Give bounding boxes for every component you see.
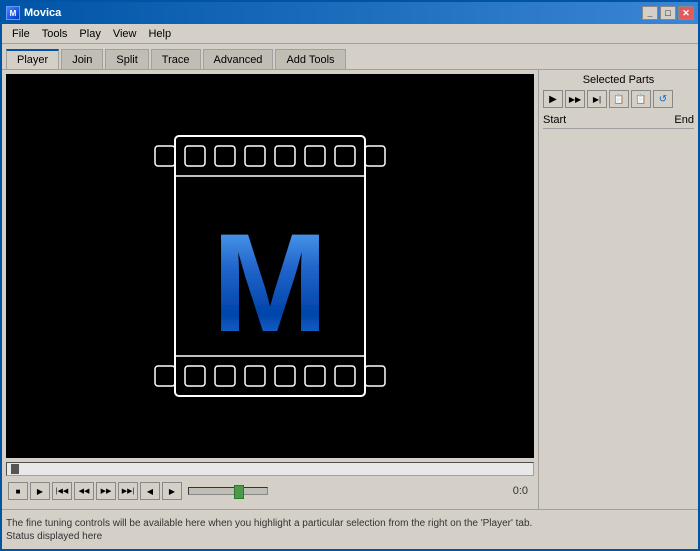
seek-bar[interactable] [6, 462, 534, 476]
volume-down-button[interactable]: ◀ [140, 482, 160, 500]
player-panel: M ■ ▶ |◀◀ ◀◀ ▶▶ ▶▶| [2, 70, 538, 509]
volume-up-button[interactable]: ▶ [162, 482, 182, 500]
tab-join[interactable]: Join [61, 49, 103, 69]
play-selection-button[interactable]: ▶ [543, 90, 563, 108]
goto-end-button[interactable]: ▶| [587, 90, 607, 108]
video-display: M [6, 74, 534, 458]
status-hint: The fine tuning controls will be availab… [6, 518, 694, 529]
seek-thumb[interactable] [11, 464, 19, 474]
maximize-button[interactable]: □ [660, 6, 676, 20]
volume-slider[interactable] [188, 487, 268, 495]
film-logo-svg: M [135, 116, 405, 416]
svg-text:M: M [212, 204, 329, 361]
selected-parts-title: Selected Parts [543, 74, 694, 86]
title-text: Movica [24, 7, 61, 19]
next-chapter-button[interactable]: ▶▶| [118, 482, 138, 500]
parts-list [543, 131, 694, 505]
minimize-button[interactable]: _ [642, 6, 658, 20]
menu-help[interactable]: Help [142, 26, 177, 42]
time-display: 0:0 [502, 485, 532, 497]
title-bar: M Movica _ □ ✕ [2, 2, 698, 24]
status-text: Status displayed here [6, 531, 694, 542]
close-button[interactable]: ✕ [678, 6, 694, 20]
menu-tools[interactable]: Tools [36, 26, 74, 42]
stop-button[interactable]: ■ [8, 482, 28, 500]
parts-header: Start End [543, 112, 694, 129]
start-column-header: Start [543, 114, 619, 126]
title-bar-left: M Movica [6, 6, 61, 20]
rewind-button[interactable]: ◀◀ [74, 482, 94, 500]
tab-split[interactable]: Split [105, 49, 148, 69]
main-content: M ■ ▶ |◀◀ ◀◀ ▶▶ ▶▶| [2, 70, 698, 509]
prev-chapter-button[interactable]: |◀◀ [52, 482, 72, 500]
app-icon: M [6, 6, 20, 20]
paste-button[interactable]: 📋 [631, 90, 651, 108]
app-window: M Movica _ □ ✕ File Tools Play View Help… [0, 0, 700, 551]
end-column-header: End [619, 114, 695, 126]
menu-file[interactable]: File [6, 26, 36, 42]
transport-bar: ■ ▶ |◀◀ ◀◀ ▶▶ ▶▶| ◀ ▶ 0:0 [6, 479, 534, 503]
fast-forward-button[interactable]: ▶▶ [96, 482, 116, 500]
tab-add-tools[interactable]: Add Tools [275, 49, 345, 69]
tab-bar: Player Join Split Trace Advanced Add Too… [2, 44, 698, 70]
tab-trace[interactable]: Trace [151, 49, 201, 69]
menu-view[interactable]: View [107, 26, 143, 42]
status-bar: The fine tuning controls will be availab… [2, 509, 698, 549]
menu-play[interactable]: Play [73, 26, 106, 42]
tab-player[interactable]: Player [6, 49, 59, 69]
tab-advanced[interactable]: Advanced [203, 49, 274, 69]
copy-button[interactable]: 📋 [609, 90, 629, 108]
volume-thumb[interactable] [234, 485, 244, 499]
right-panel: Selected Parts ▶ ▶▶ ▶| 📋 📋 ↺ Start End [538, 70, 698, 509]
play-to-end-button[interactable]: ▶▶ [565, 90, 585, 108]
right-toolbar: ▶ ▶▶ ▶| 📋 📋 ↺ [543, 90, 694, 108]
menu-bar: File Tools Play View Help [2, 24, 698, 44]
refresh-button[interactable]: ↺ [653, 90, 673, 108]
window-controls: _ □ ✕ [642, 6, 694, 20]
play-button[interactable]: ▶ [30, 482, 50, 500]
